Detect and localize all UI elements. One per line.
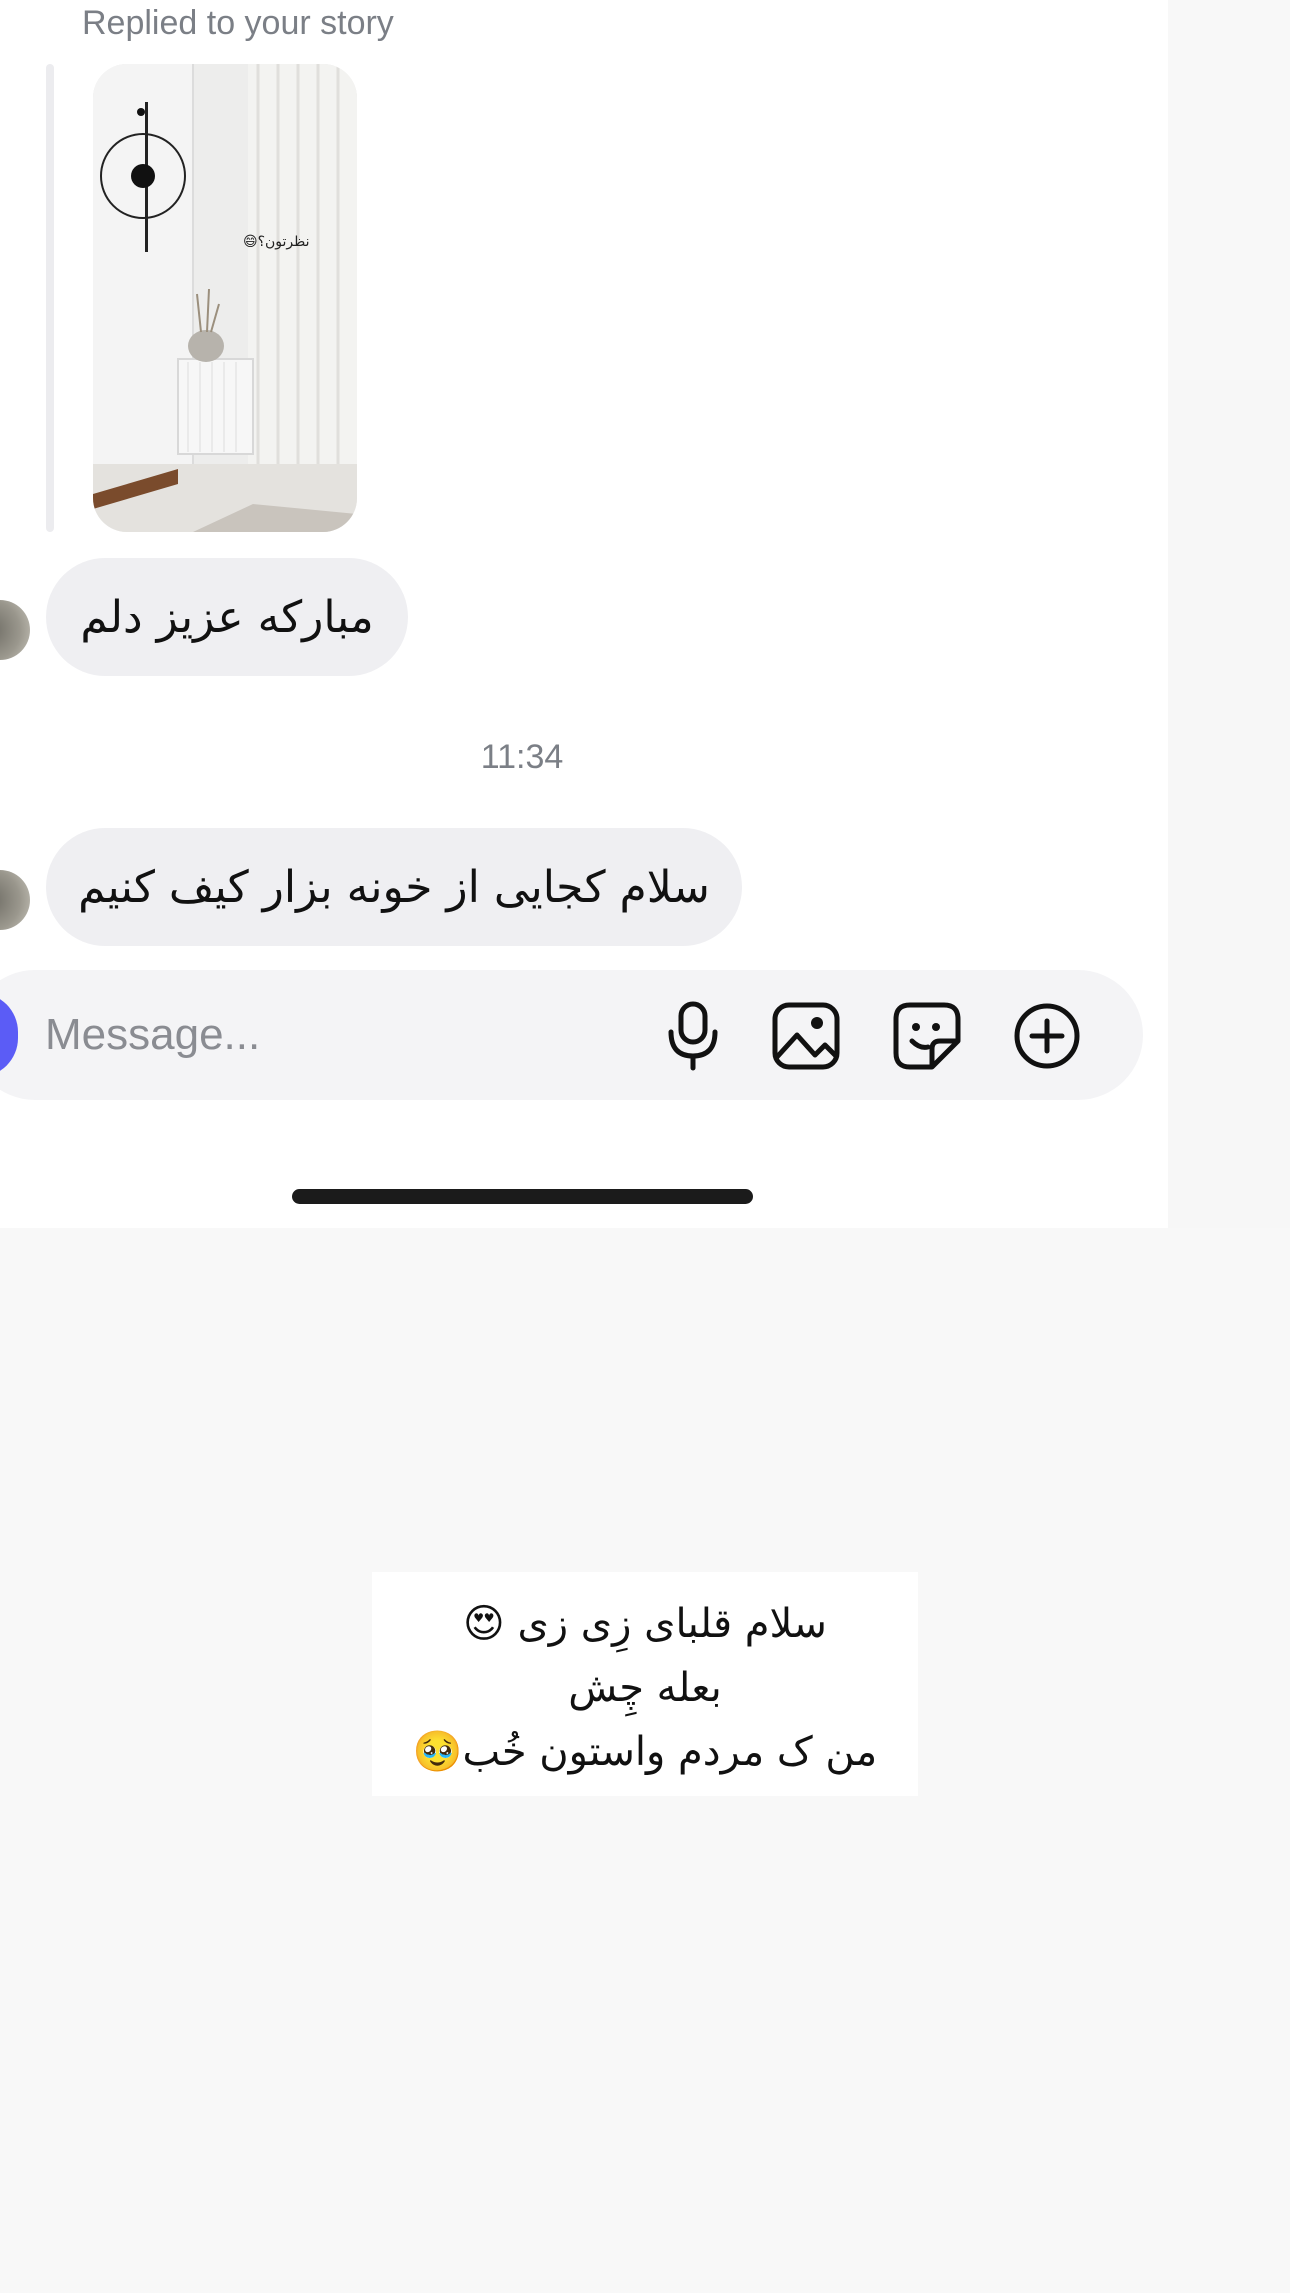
story-overlay-text: نظرتون؟😄 (243, 234, 310, 250)
home-indicator (292, 1189, 753, 1204)
sticker-icon[interactable] (891, 1000, 963, 1072)
quoted-text-line: بعله چِش (568, 1665, 722, 1711)
message-text: مبارکه عزیز دلم (80, 591, 374, 643)
microphone-icon[interactable] (657, 1000, 729, 1072)
quoted-text-line: من ک مردم واستون خُب🥹 (412, 1729, 878, 1775)
add-icon[interactable] (1011, 1000, 1083, 1072)
message-bubble[interactable]: مبارکه عزیز دلم (46, 558, 408, 676)
gallery-icon[interactable] (770, 1000, 842, 1072)
message-input[interactable] (45, 1003, 605, 1067)
message-timestamp: 11:34 (480, 738, 564, 776)
reply-quote-line (46, 64, 54, 532)
chat-panel-edge (1168, 380, 1290, 1228)
message-text: سلام کجایی از خونه بزار کیف کنیم (78, 861, 710, 913)
quoted-text-line: سلام قلبای زِی زی 😍 (463, 1601, 827, 1647)
story-thumbnail[interactable]: نظرتون؟😄 (93, 64, 357, 532)
story-reply-caption: Replied to your story (82, 4, 394, 42)
message-bubble[interactable]: سلام کجایی از خونه بزار کیف کنیم (46, 828, 742, 946)
story-room-image (93, 64, 357, 532)
quoted-text-card: سلام قلبای زِی زی 😍 بعله چِش من ک مردم و… (372, 1572, 918, 1796)
